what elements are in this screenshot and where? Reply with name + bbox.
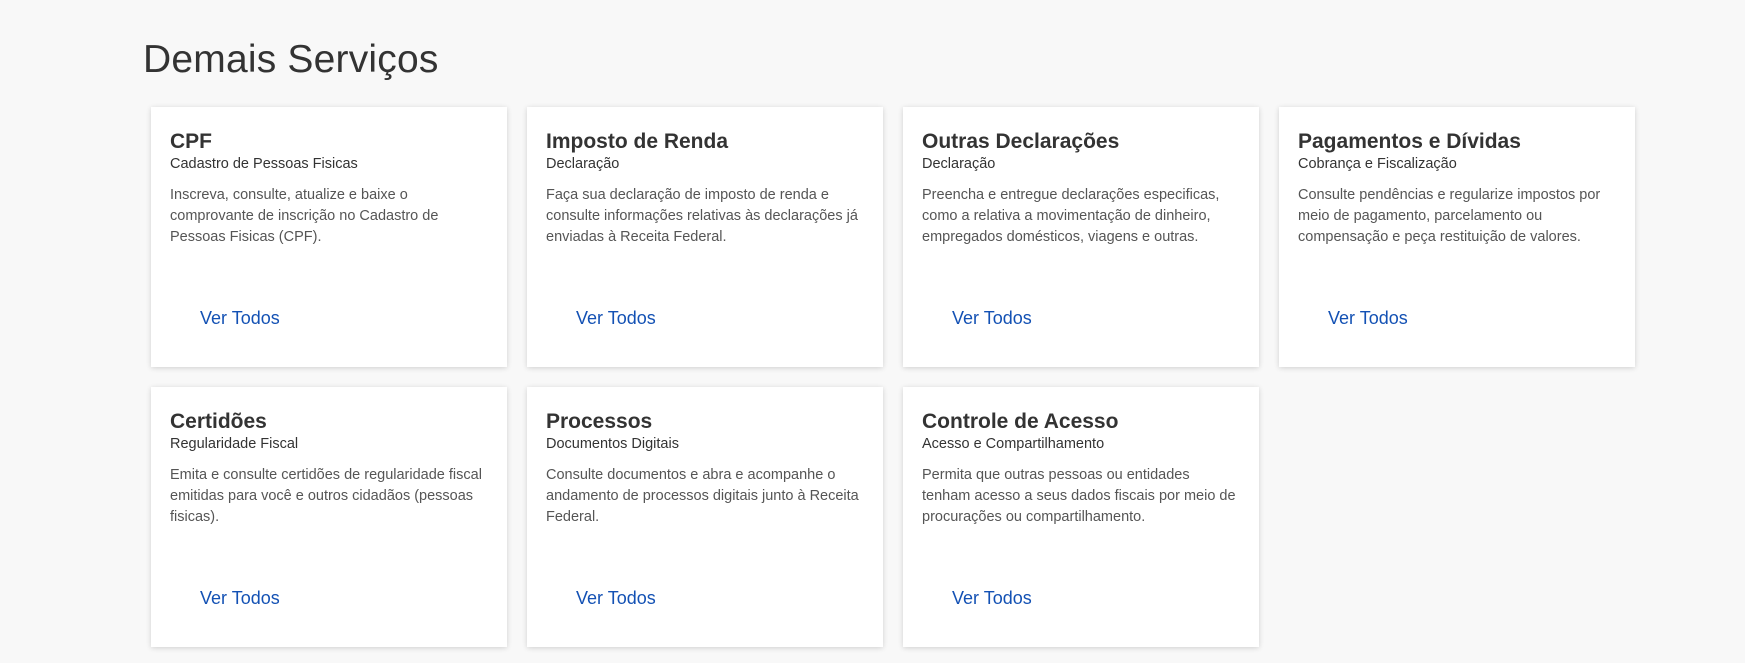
ver-todos-link-certidoes[interactable]: Ver Todos xyxy=(200,588,280,609)
ver-todos-link-imposto-de-renda[interactable]: Ver Todos xyxy=(576,308,656,329)
card-title: Processos xyxy=(546,410,653,433)
card-subtitle: Acesso e Compartilhamento xyxy=(922,436,1105,452)
card-description: Consulte documentos e abra e acompanhe o… xyxy=(546,467,859,525)
card-title: Pagamentos e Dívidas xyxy=(1298,130,1521,153)
services-grid: CPF Cadastro de Pessoas Fisicas Inscreva… xyxy=(151,107,1635,647)
card-description: Preencha e entregue declarações especifi… xyxy=(922,187,1220,245)
service-card-processos: Processos Documentos Digitais Consulte d… xyxy=(527,387,883,647)
card-subtitle: Regularidade Fiscal xyxy=(170,436,299,452)
service-card-certidoes: Certidões Regularidade Fiscal Emita e co… xyxy=(151,387,507,647)
card-title: CPF xyxy=(170,130,212,153)
card-subtitle: Cadastro de Pessoas Fisicas xyxy=(170,156,358,172)
card-description: Permita que outras pessoas ou entidades … xyxy=(922,467,1236,525)
service-card-imposto-de-renda: Imposto de Renda Declaração Faça sua dec… xyxy=(527,107,883,367)
card-title: Outras Declarações xyxy=(922,130,1120,153)
card-description: Emita e consulte certidões de regularida… xyxy=(170,467,482,525)
card-subtitle: Declaração xyxy=(922,156,996,172)
ver-todos-link-pagamentos-e-dividas[interactable]: Ver Todos xyxy=(1328,308,1408,329)
card-title: Imposto de Renda xyxy=(546,130,729,153)
card-subtitle: Documentos Digitais xyxy=(546,436,679,452)
card-subtitle: Cobrança e Fiscalização xyxy=(1298,156,1457,172)
ver-todos-link-controle-de-acesso[interactable]: Ver Todos xyxy=(952,588,1032,609)
card-description: Consulte pendências e regularize imposto… xyxy=(1298,187,1601,245)
service-card-outras-declaracoes: Outras Declarações Declaração Preencha e… xyxy=(903,107,1259,367)
card-title: Certidões xyxy=(170,410,267,433)
ver-todos-link-outras-declaracoes[interactable]: Ver Todos xyxy=(952,308,1032,329)
page-title: Demais Serviços xyxy=(143,38,439,81)
service-card-controle-de-acesso: Controle de Acesso Acesso e Compartilham… xyxy=(903,387,1259,647)
card-subtitle: Declaração xyxy=(546,156,620,172)
card-title: Controle de Acesso xyxy=(922,410,1119,433)
ver-todos-link-processos[interactable]: Ver Todos xyxy=(576,588,656,609)
ver-todos-link-cpf[interactable]: Ver Todos xyxy=(200,308,280,329)
service-card-cpf: CPF Cadastro de Pessoas Fisicas Inscreva… xyxy=(151,107,507,367)
service-card-pagamentos-e-dividas: Pagamentos e Dívidas Cobrança e Fiscaliz… xyxy=(1279,107,1635,367)
card-description: Inscreva, consulte, atualize e baixe o c… xyxy=(170,187,439,245)
card-description: Faça sua declaração de imposto de renda … xyxy=(546,187,858,245)
